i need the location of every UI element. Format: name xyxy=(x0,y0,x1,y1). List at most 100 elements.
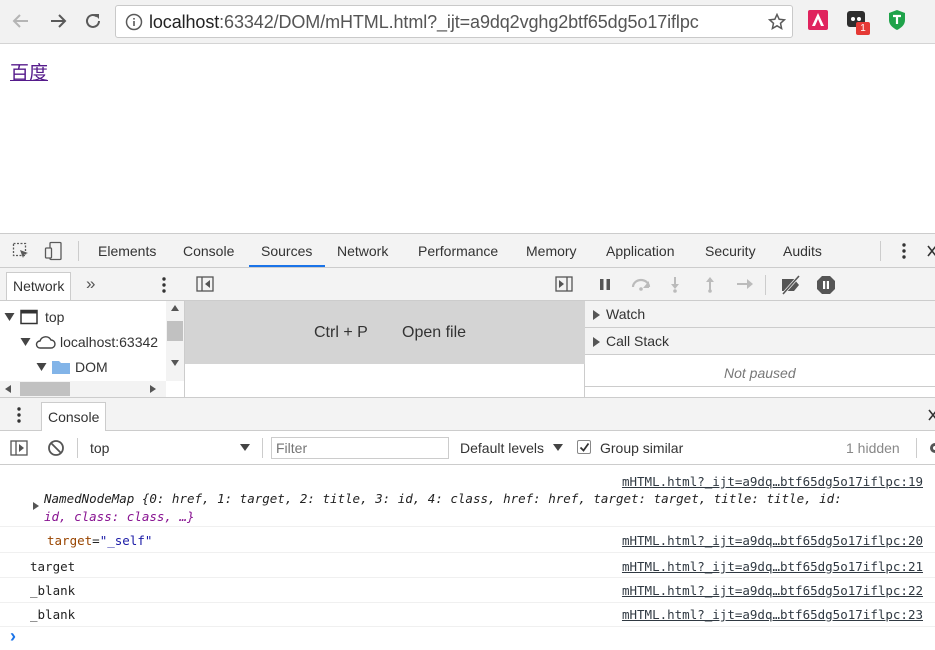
scroll-left-arrow-icon[interactable] xyxy=(5,385,11,393)
message-source-link[interactable]: mHTML.html?_ijt=a9dq…btf65dg5o17iflpc:22 xyxy=(622,583,923,598)
toolbar-divider xyxy=(77,438,78,458)
tab-performance[interactable]: Performance xyxy=(418,243,498,259)
console-message: mHTML.html?_ijt=a9dq…btf65dg5o17iflpc:19… xyxy=(0,466,935,527)
more-options-icon[interactable] xyxy=(898,242,910,260)
expand-triangle-icon[interactable] xyxy=(20,337,31,347)
section-title: Call Stack xyxy=(606,333,670,349)
expand-object-triangle-icon[interactable] xyxy=(33,502,39,510)
extension-red-icon[interactable] xyxy=(807,9,829,31)
tab-console[interactable]: Console xyxy=(183,243,234,259)
address-bar[interactable]: localhost:63342/DOM/mHTML.html?_ijt=a9dq… xyxy=(115,5,793,38)
console-message: _blank mHTML.html?_ijt=a9dq…btf65dg5o17i… xyxy=(0,579,935,603)
named-node-map-preview-continued[interactable]: id, class: class, …} xyxy=(44,509,195,524)
extension-ghost-icon[interactable]: 1 xyxy=(845,9,870,35)
tab-audits[interactable]: Audits xyxy=(783,243,822,259)
console-prompt[interactable]: › xyxy=(0,626,935,650)
sources-editor: Ctrl + P Open file xyxy=(185,268,585,397)
scrollbar-thumb[interactable] xyxy=(20,382,70,396)
tab-security[interactable]: Security xyxy=(705,243,756,259)
deactivate-breakpoints-icon[interactable] xyxy=(780,275,802,295)
baidu-link[interactable]: 百度 xyxy=(10,58,48,85)
reload-button[interactable] xyxy=(80,8,106,34)
expand-triangle-icon[interactable] xyxy=(36,362,47,372)
tab-network[interactable]: Network xyxy=(337,243,388,259)
context-selector[interactable]: top xyxy=(84,435,256,461)
navigator-vertical-scrollbar[interactable] xyxy=(166,301,184,381)
reload-icon xyxy=(86,13,100,28)
devtools-panel: Elements Console Sources Network Perform… xyxy=(0,233,935,649)
message-source-link[interactable]: mHTML.html?_ijt=a9dq…btf65dg5o17iflpc:21 xyxy=(622,559,923,574)
attribute-value: "_self" xyxy=(99,533,153,548)
toggle-navigator-icon[interactable] xyxy=(196,276,214,292)
device-toolbar-icon[interactable] xyxy=(44,241,64,261)
clear-console-icon[interactable] xyxy=(47,439,65,457)
section-title: Watch xyxy=(606,306,646,322)
tab-memory[interactable]: Memory xyxy=(526,243,577,259)
url-text: localhost:63342/DOM/mHTML.html?_ijt=a9dq… xyxy=(149,12,699,32)
forward-button[interactable] xyxy=(45,8,71,34)
tab-sources[interactable]: Sources xyxy=(261,243,312,259)
group-similar-label[interactable]: Group similar xyxy=(600,440,683,456)
frame-icon xyxy=(20,309,38,325)
sources-navigator: Network » top localhost:63342 DOM xyxy=(0,268,185,397)
extension-shield-icon[interactable] xyxy=(886,9,908,31)
toolbar-divider xyxy=(765,275,766,295)
step-icon[interactable] xyxy=(736,278,754,290)
bookmark-star-icon[interactable] xyxy=(768,13,786,31)
tree-item-dom[interactable]: DOM xyxy=(0,355,166,379)
back-button[interactable] xyxy=(8,8,34,34)
message-text: target xyxy=(30,559,76,574)
log-levels-value: Default levels xyxy=(460,440,545,456)
tree-item-top[interactable]: top xyxy=(0,305,166,329)
console-settings-gear-icon[interactable] xyxy=(926,440,935,456)
drawer-tab-bar: Console xyxy=(0,397,935,432)
open-file-shortcut: Ctrl + P xyxy=(314,324,368,341)
attribute-node[interactable]: target="_self" xyxy=(47,533,152,548)
message-source-link[interactable]: mHTML.html?_ijt=a9dq…btf65dg5o17iflpc:23 xyxy=(622,607,923,622)
drawer-tab-console[interactable]: Console xyxy=(41,402,107,432)
message-text: _blank xyxy=(30,607,76,622)
tab-elements[interactable]: Elements xyxy=(98,243,156,259)
pause-icon[interactable] xyxy=(599,278,611,291)
open-file-hint[interactable]: Open file xyxy=(402,324,466,342)
watch-section[interactable]: Watch xyxy=(585,301,935,328)
step-into-icon[interactable] xyxy=(669,276,681,293)
scroll-right-arrow-icon[interactable] xyxy=(150,385,156,393)
message-source-link[interactable]: mHTML.html?_ijt=a9dq…btf65dg5o17iflpc:19 xyxy=(622,474,923,489)
pause-on-exceptions-icon[interactable] xyxy=(816,275,836,295)
tree-item-localhost[interactable]: localhost:63342 xyxy=(0,330,166,354)
log-levels-selector[interactable]: Default levels xyxy=(458,435,568,461)
editor-toolbar xyxy=(185,268,585,301)
step-out-icon[interactable] xyxy=(704,276,716,293)
drawer-menu-icon[interactable] xyxy=(13,406,25,424)
debugger-toolbar xyxy=(585,268,935,301)
group-similar-checkbox[interactable] xyxy=(577,440,591,454)
navigator-menu-icon[interactable] xyxy=(158,276,170,294)
named-node-map-preview[interactable]: NamedNodeMap {0: href, 1: target, 2: tit… xyxy=(44,491,842,506)
scroll-down-arrow-icon[interactable] xyxy=(171,360,179,366)
navigator-tab-network[interactable]: Network xyxy=(6,272,72,300)
toggle-debugger-icon[interactable] xyxy=(555,276,573,292)
toolbar-divider xyxy=(916,438,917,458)
scrollbar-thumb[interactable] xyxy=(167,321,183,341)
devtools-tab-bar: Elements Console Sources Network Perform… xyxy=(0,234,935,268)
message-source-link[interactable]: mHTML.html?_ijt=a9dq…btf65dg5o17iflpc:20 xyxy=(622,533,923,548)
tab-application[interactable]: Application xyxy=(606,243,675,259)
show-sidebar-icon[interactable] xyxy=(10,440,28,456)
close-drawer-icon[interactable] xyxy=(927,407,935,423)
attribute-name: target xyxy=(47,533,93,548)
scroll-up-arrow-icon[interactable] xyxy=(171,305,179,311)
navigator-horizontal-scrollbar[interactable] xyxy=(0,381,166,397)
expand-triangle-icon[interactable] xyxy=(4,312,15,322)
collapsed-triangle-icon xyxy=(593,310,600,320)
tree-item-label: DOM xyxy=(75,359,108,375)
call-stack-section[interactable]: Call Stack xyxy=(585,328,935,355)
console-filter-input[interactable] xyxy=(271,437,449,459)
info-icon[interactable] xyxy=(125,13,143,31)
navigator-tab-bar: Network » xyxy=(0,268,185,301)
close-devtools-icon[interactable] xyxy=(926,242,935,260)
step-over-icon[interactable] xyxy=(630,277,652,291)
not-paused-status: Not paused xyxy=(724,365,796,381)
more-tabs-chevron-icon[interactable]: » xyxy=(86,274,95,294)
inspect-element-icon[interactable] xyxy=(12,242,30,260)
